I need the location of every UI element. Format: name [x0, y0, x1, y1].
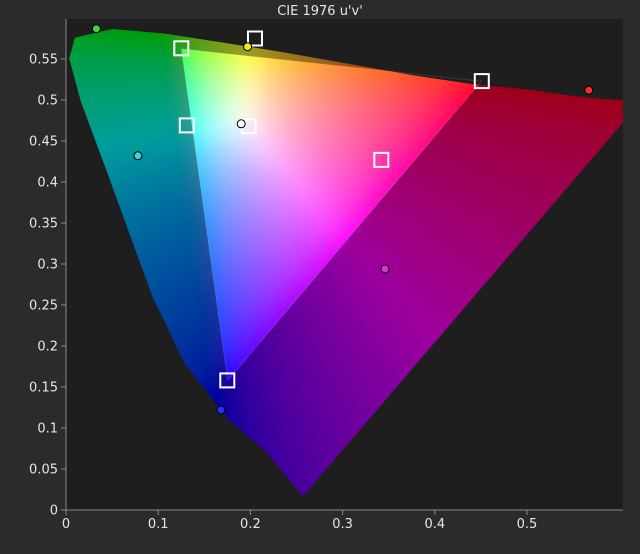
measured-marker [584, 85, 594, 95]
y-tick-label: 0.3 [37, 258, 58, 273]
measured-marker [133, 151, 143, 161]
y-tick-label: 0.35 [29, 217, 58, 232]
x-tick-label: 0 [62, 517, 70, 532]
y-tick-label: 0.5 [37, 94, 58, 109]
x-tick-label: 0.3 [332, 517, 353, 532]
y-tick-label: 0.15 [29, 381, 58, 396]
y-axis: 0 0.05 0.1 0.15 0.2 0.25 0.3 0.35 0.4 0.45 0.5 0.55 [29, 53, 66, 519]
x-tick-label: 0.5 [517, 517, 538, 532]
y-tick-label: 0.55 [29, 53, 58, 68]
measured-marker [236, 119, 246, 129]
chart-svg: CIE 1976 u'v' 0 0.1 0.2 0.3 0.4 0.5 00.050.10… [29, 4, 623, 532]
chart-title: CIE 1976 u'v' [277, 4, 363, 19]
measured-marker [380, 264, 390, 274]
y-tick-label: 0.45 [29, 135, 58, 150]
measured-marker [243, 42, 253, 52]
y-tick-label: 0.1 [37, 422, 58, 437]
x-axis: 0 0.1 0.2 0.3 0.4 0.5 [62, 510, 537, 532]
y-tick-label: 0 [50, 504, 58, 519]
y-tick-label: 0.2 [37, 340, 58, 355]
measured-marker [91, 24, 101, 34]
y-tick-label: 0.4 [37, 176, 58, 191]
measured-marker [216, 405, 226, 415]
x-tick-label: 0.4 [424, 517, 445, 532]
y-tick-label: 0.25 [29, 299, 58, 314]
chart: CIE 1976 u'v' 0 0.1 0.2 0.3 0.4 0.5 0 0.05 0.1 0… [0, 0, 640, 554]
x-tick-label: 0.2 [240, 517, 261, 532]
x-tick-label: 0.1 [148, 517, 169, 532]
y-tick-label: 0.05 [29, 463, 58, 478]
